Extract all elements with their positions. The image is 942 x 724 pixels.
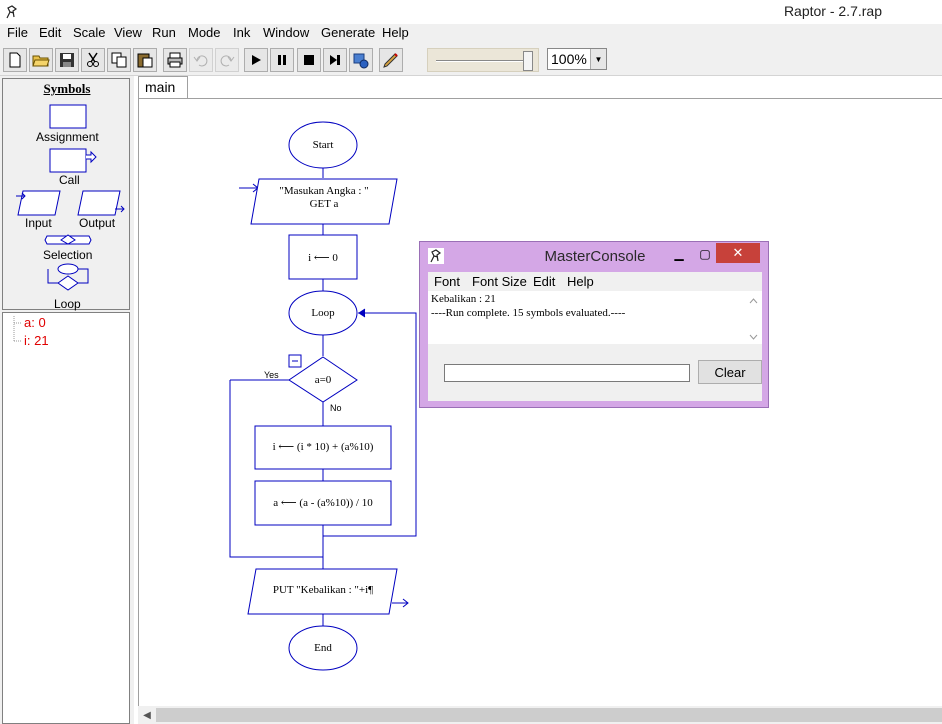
console-menu-help[interactable]: Help (567, 274, 594, 289)
maximize-icon[interactable]: ▢ (692, 244, 718, 264)
assign3-label: a ⟵ (a - (a%10)) / 10 (273, 497, 373, 509)
output-line: ----Run complete. 15 symbols evaluated.-… (431, 307, 626, 319)
input-prompt-label: "Masukan Angka : " (279, 185, 369, 197)
scrollbar-thumb[interactable] (156, 708, 942, 722)
input-get-label: GET a (309, 198, 339, 210)
console-menu-font[interactable]: Font (434, 274, 460, 289)
console-input[interactable] (444, 364, 690, 382)
end-label: End (314, 642, 332, 654)
console-scrollbar[interactable] (745, 291, 762, 344)
assign2-label: i ⟵ (i * 10) + (a%10) (272, 441, 374, 453)
no-label: No (330, 403, 342, 413)
start-label: Start (312, 139, 334, 151)
console-menu-edit[interactable]: Edit (533, 274, 555, 289)
yes-label: Yes (264, 370, 279, 380)
chevron-left-icon[interactable]: ◀ (140, 708, 154, 722)
minimize-icon[interactable]: ▁ (666, 244, 692, 264)
console-body: Font Font Size Edit Help Kebalikan : 21 … (428, 272, 762, 401)
output-label: PUT "Kebalikan : "+i¶ (272, 584, 374, 596)
clear-button[interactable]: Clear (698, 360, 762, 384)
output-line: Kebalikan : 21 (431, 293, 496, 305)
close-icon[interactable]: ✕ (716, 243, 760, 263)
master-console-window: MasterConsole ▁ ▢ ✕ Font Font Size Edit … (419, 241, 769, 408)
loop-label: Loop (311, 307, 335, 319)
horizontal-scrollbar[interactable]: ◀ (138, 706, 942, 724)
console-output[interactable]: Kebalikan : 21 ----Run complete. 15 symb… (428, 291, 762, 344)
assign1-label: i ⟵ 0 (308, 252, 338, 264)
scroll-arrows-icon (749, 298, 758, 340)
console-menu-font-size[interactable]: Font Size (472, 274, 527, 289)
condition-label: a=0 (314, 374, 332, 386)
